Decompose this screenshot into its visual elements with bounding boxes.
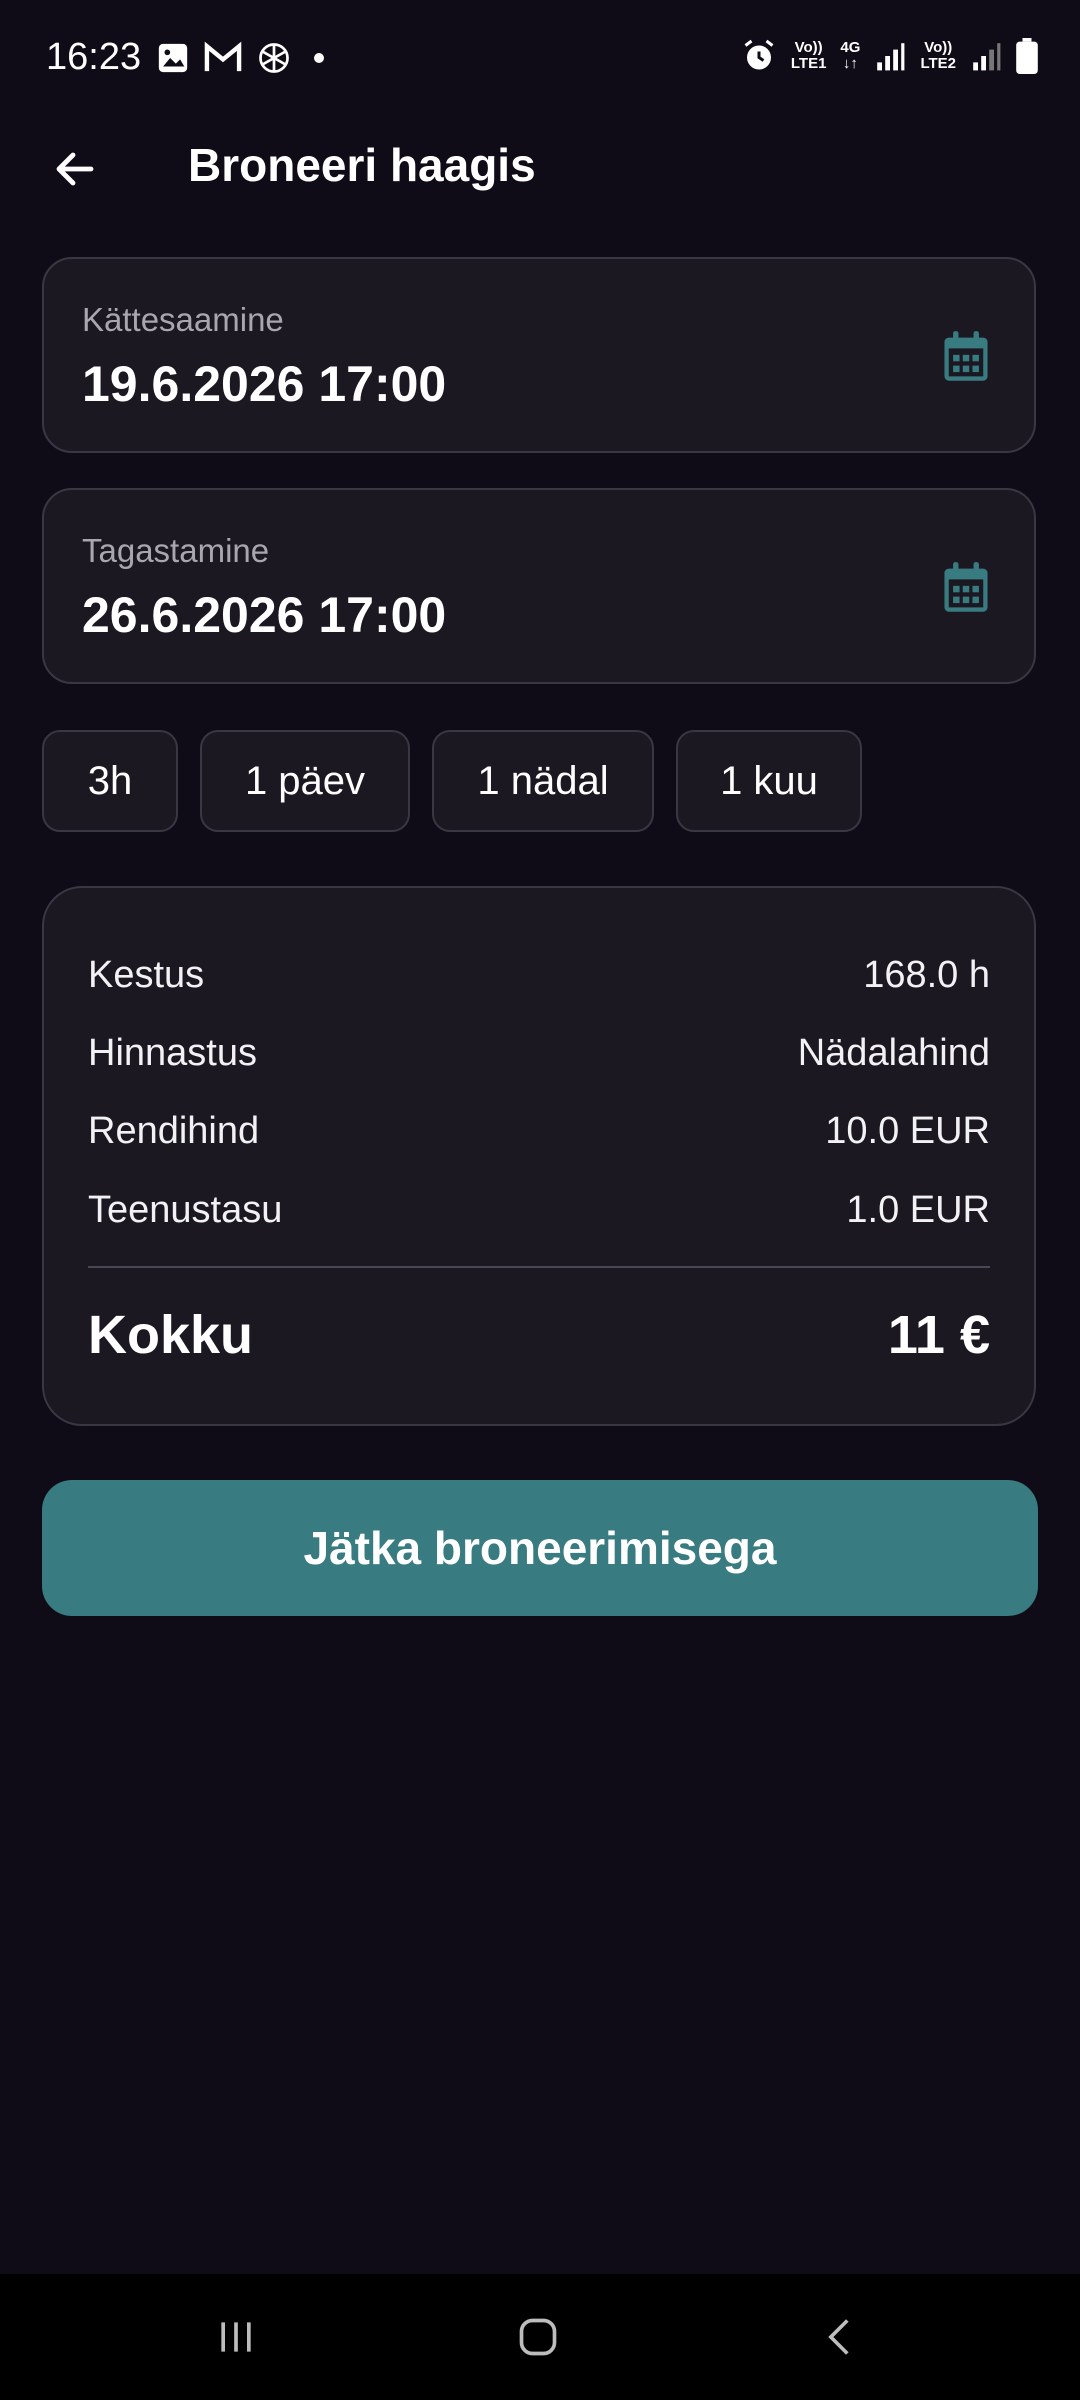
summary-label: Kestus <box>88 953 205 996</box>
summary-value: 1.0 EUR <box>846 1188 990 1231</box>
total-label: Kokku <box>88 1305 254 1365</box>
pickup-value: 19.6.2026 17:00 <box>82 356 447 412</box>
pickup-date-field[interactable]: Kättesaamine 19.6.2026 17:00 <box>42 257 1036 453</box>
summary-value: Nädalahind <box>797 1031 990 1074</box>
quick-duration-chips: 3h 1 päev 1 nädal 1 kuu <box>42 730 862 832</box>
chip-3h[interactable]: 3h <box>42 730 178 832</box>
dot-icon <box>314 53 324 63</box>
back-nav-icon <box>828 2319 849 2355</box>
status-time: 16:23 <box>46 36 142 78</box>
status-bar: 16:23 Vo)) LTE1 4G ↓↑ Vo)) LTE2 <box>0 0 1080 120</box>
recent-apps-icon <box>221 2322 251 2352</box>
calendar-icon[interactable] <box>940 329 992 385</box>
continue-booking-button[interactable]: Jätka broneerimisega <box>42 1480 1038 1616</box>
app-header: Broneeri haagis <box>0 120 1080 210</box>
summary-row-duration: Kestus 168.0 h <box>88 950 990 1000</box>
home-icon <box>519 2318 557 2356</box>
summary-row-pricing: Hinnastus Nädalahind <box>88 1028 990 1078</box>
alarm-icon <box>744 39 774 70</box>
data-arrows-icon: ↓↑ <box>842 55 858 72</box>
chip-1-day[interactable]: 1 päev <box>200 730 410 832</box>
summary-total: Kokku 11 € <box>88 1300 990 1370</box>
home-button[interactable] <box>498 2302 578 2372</box>
summary-value: 10.0 EUR <box>825 1109 990 1152</box>
return-value: 26.6.2026 17:00 <box>82 587 447 643</box>
back-nav-button[interactable] <box>800 2302 880 2372</box>
battery-icon <box>1016 38 1038 74</box>
summary-row-rental-price: Rendihind 10.0 EUR <box>88 1106 990 1156</box>
signal-icon <box>973 43 1001 71</box>
status-left-icons <box>156 40 324 76</box>
network-lte1: Vo)) LTE1 <box>790 39 827 72</box>
summary-label: Hinnastus <box>88 1031 257 1074</box>
network-4g: 4G ↓↑ <box>840 39 861 72</box>
chip-1-month[interactable]: 1 kuu <box>676 730 862 832</box>
return-date-field[interactable]: Tagastamine 26.6.2026 17:00 <box>42 488 1036 684</box>
status-right-icons: Vo)) LTE1 4G ↓↑ Vo)) LTE2 <box>741 38 1038 74</box>
page-title: Broneeri haagis <box>188 139 536 191</box>
summary-label: Rendihind <box>88 1109 260 1152</box>
signal-icon <box>877 43 905 71</box>
booking-screen: 16:23 Vo)) LTE1 4G ↓↑ Vo)) LTE2 Broneeri… <box>0 0 1080 2400</box>
price-summary-card: Kestus 168.0 h Hinnastus Nädalahind Rend… <box>42 886 1036 1426</box>
arrow-left-icon <box>56 152 94 186</box>
summary-value: 168.0 h <box>863 953 990 996</box>
recent-apps-button[interactable] <box>196 2302 276 2372</box>
system-nav-bar <box>0 2274 1080 2400</box>
back-button[interactable] <box>40 134 110 204</box>
summary-row-service-fee: Teenustasu 1.0 EUR <box>88 1185 990 1235</box>
chip-1-week[interactable]: 1 nädal <box>432 730 654 832</box>
total-value: 11 € <box>887 1305 990 1365</box>
gmail-icon <box>204 41 242 72</box>
calendar-icon[interactable] <box>940 560 992 616</box>
gallery-icon <box>158 43 188 73</box>
return-label: Tagastamine <box>82 532 270 569</box>
summary-divider <box>88 1266 990 1268</box>
pickup-label: Kättesaamine <box>82 301 284 338</box>
summary-label: Teenustasu <box>88 1188 283 1231</box>
network-lte2: Vo)) LTE2 <box>920 39 956 72</box>
chatgpt-icon <box>259 43 289 73</box>
